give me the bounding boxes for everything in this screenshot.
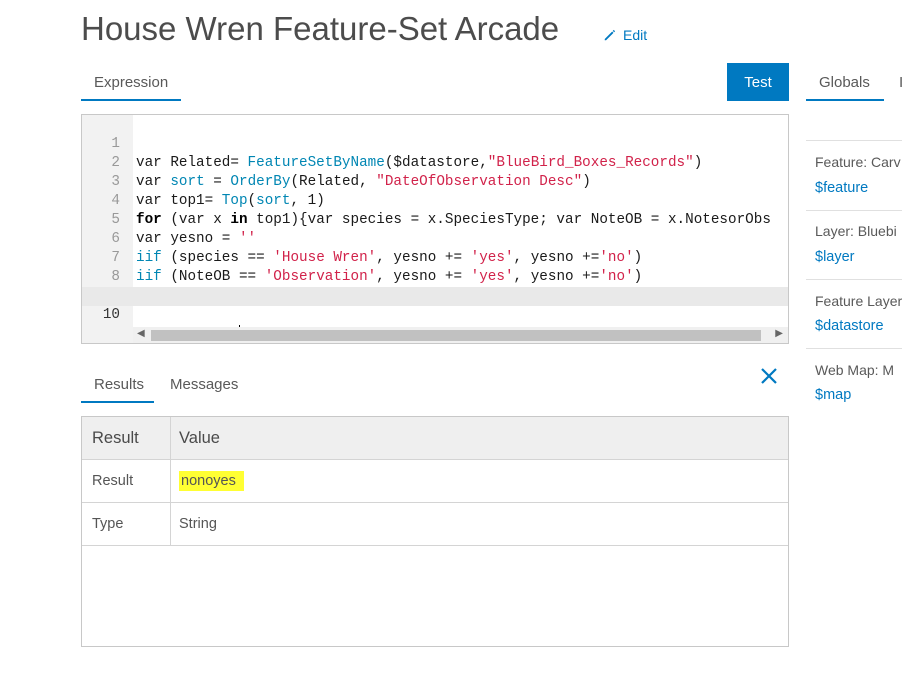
globals-item[interactable]: Feature: Carv $feature <box>806 141 902 210</box>
global-label: Feature Layer <box>815 293 902 309</box>
globals-item[interactable]: Feature Layer $datastore <box>806 280 902 348</box>
global-label: Web Map: M <box>815 362 895 378</box>
globals-item[interactable]: Layer: Bluebi $layer <box>806 211 902 278</box>
edit-link[interactable]: Edit <box>603 27 647 43</box>
code-line-active[interactable]: 10 return yesno <box>82 287 788 342</box>
horizontal-scrollbar[interactable]: ◀ ▶ <box>133 327 788 343</box>
tab-messages[interactable]: Messages <box>170 366 250 403</box>
close-icon[interactable] <box>760 367 778 385</box>
global-var-link[interactable]: $layer <box>815 249 855 265</box>
code-line[interactable]: 3 var top1= Top(sort, 1) <box>82 154 788 209</box>
global-var-link[interactable]: $feature <box>815 180 868 196</box>
header-result: Result <box>82 417 171 459</box>
tab-results[interactable]: Results <box>81 366 154 403</box>
globals-item[interactable]: Web Map: M $map <box>806 349 902 417</box>
row-label: Type <box>82 503 171 545</box>
page-title: House Wren Feature-Set Arcade <box>81 10 560 47</box>
row-label: Result <box>82 460 171 502</box>
global-label: Layer: Bluebi <box>815 223 897 239</box>
global-var-link[interactable]: $map <box>815 387 851 403</box>
line-number: 10 <box>102 307 120 323</box>
global-label: Feature: Carv <box>815 154 901 170</box>
code-line[interactable]: 5 var yesno = '' <box>82 192 788 247</box>
code-editor[interactable]: 1 var Related= FeatureSetByName($datasto… <box>81 114 789 344</box>
global-var-link[interactable]: $datastore <box>815 318 884 334</box>
type-value: String <box>179 516 217 532</box>
tab-expression[interactable]: Expression <box>81 64 181 101</box>
result-value: nonoyes <box>179 471 244 491</box>
table-header: Result Value <box>82 417 788 460</box>
results-table: Result Value Result nonoyes Type String <box>81 416 789 647</box>
scroll-right-icon[interactable]: ▶ <box>775 328 783 339</box>
pencil-icon <box>604 29 616 41</box>
scroll-left-icon[interactable]: ◀ <box>137 328 145 339</box>
code-line[interactable]: 4 for (var x in top1){var species = x.Sp… <box>82 173 788 228</box>
code-line[interactable]: 7 iif (NoteOB == 'Observation', yesno +=… <box>82 230 788 285</box>
table-row: Result nonoyes <box>82 460 788 503</box>
code-line[interactable]: 8 iif (Year(DateOB) == Year(Now()), yesn… <box>82 249 788 304</box>
tab-globals[interactable]: Globals <box>806 64 884 101</box>
table-row: Type String <box>82 503 788 546</box>
edit-label: Edit <box>623 27 648 43</box>
scrollbar-thumb[interactable] <box>151 330 761 341</box>
code-line[interactable]: 6 iif (species == 'House Wren', yesno +=… <box>82 211 788 266</box>
header-value: Value <box>179 428 220 447</box>
code-line[interactable]: 9 <box>82 268 788 304</box>
code-line[interactable]: 2 var sort = OrderBy(Related, "DateOfObs… <box>82 135 788 190</box>
code-line[interactable]: 1 var Related= FeatureSetByName($datasto… <box>82 116 788 171</box>
test-button[interactable]: Test <box>727 63 789 101</box>
